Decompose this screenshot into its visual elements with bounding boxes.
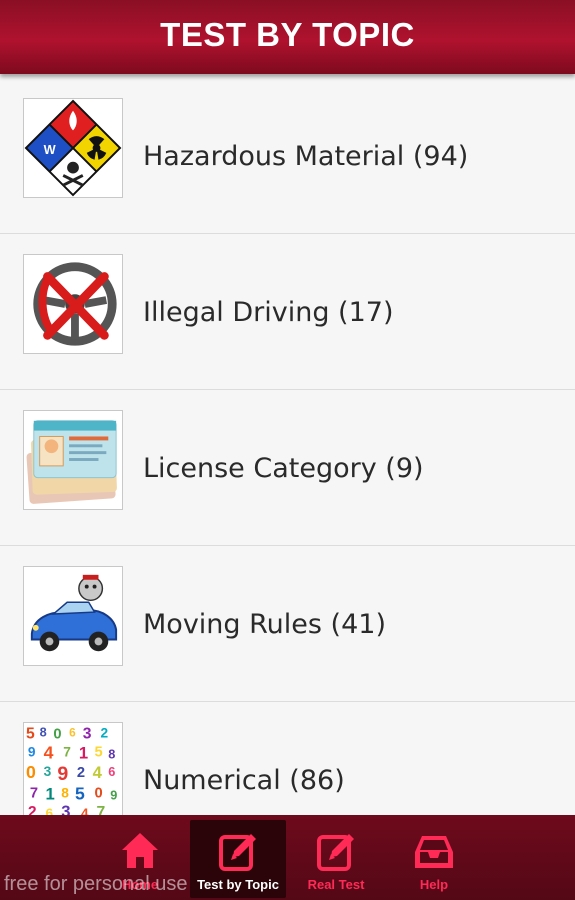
- hazard-diamond-icon: W: [23, 98, 123, 198]
- svg-text:6: 6: [108, 764, 115, 779]
- svg-text:2: 2: [100, 726, 108, 741]
- topic-list: W Hazardous Material (94) Illegal Drivin…: [0, 78, 575, 815]
- svg-text:3: 3: [44, 764, 52, 779]
- svg-text:9: 9: [28, 744, 36, 759]
- edit-icon: [316, 830, 356, 872]
- svg-text:W: W: [44, 142, 56, 157]
- edit-icon: [218, 830, 258, 872]
- svg-text:1: 1: [46, 784, 55, 803]
- svg-text:7: 7: [97, 804, 106, 815]
- topic-item-license-category[interactable]: License Category (9): [0, 390, 575, 546]
- svg-text:6: 6: [46, 806, 54, 815]
- tab-label: Help: [419, 877, 449, 892]
- svg-text:8: 8: [61, 785, 69, 800]
- svg-text:2: 2: [77, 765, 85, 781]
- topic-label: Numerical (86): [143, 765, 345, 796]
- topic-item-moving-rules[interactable]: Moving Rules (41): [0, 546, 575, 702]
- topic-item-illegal-driving[interactable]: Illegal Driving (17): [0, 234, 575, 390]
- svg-text:5: 5: [95, 744, 103, 760]
- svg-text:5: 5: [26, 726, 35, 743]
- svg-text:7: 7: [30, 785, 38, 801]
- topic-label: Moving Rules (41): [143, 609, 386, 640]
- svg-text:4: 4: [44, 742, 54, 762]
- svg-text:0: 0: [95, 785, 103, 801]
- svg-text:4: 4: [81, 806, 89, 815]
- svg-text:1: 1: [79, 743, 88, 762]
- home-icon: [120, 830, 160, 872]
- svg-text:0: 0: [53, 727, 61, 743]
- svg-text:8: 8: [40, 725, 47, 740]
- svg-text:6: 6: [69, 727, 76, 740]
- page-title: TEST BY TOPIC: [160, 16, 415, 53]
- tab-label: Test by Topic: [197, 877, 279, 892]
- watermark-text: free for personal use: [4, 873, 188, 895]
- cartoon-car-icon: [23, 566, 123, 666]
- svg-text:9: 9: [57, 763, 68, 785]
- svg-text:5: 5: [75, 783, 85, 803]
- svg-text:7: 7: [63, 744, 71, 759]
- svg-text:8: 8: [108, 746, 115, 761]
- svg-text:4: 4: [93, 763, 103, 782]
- topic-item-hazardous-material[interactable]: W Hazardous Material (94): [0, 78, 575, 234]
- numbers-collage-icon: 5 8 0 6 3 2 9 4 7 1 5 8 0 3 9 2 4 6 7 1 …: [23, 722, 123, 815]
- topic-item-numerical[interactable]: 5 8 0 6 3 2 9 4 7 1 5 8 0 3 9 2 4 6 7 1 …: [0, 702, 575, 815]
- tab-real-test[interactable]: Real Test: [288, 820, 384, 898]
- svg-text:3: 3: [61, 802, 70, 815]
- topic-label: Hazardous Material (94): [143, 141, 469, 172]
- topic-label: License Category (9): [143, 453, 424, 484]
- topic-label: Illegal Driving (17): [143, 297, 394, 328]
- svg-text:3: 3: [83, 726, 92, 743]
- svg-text:2: 2: [28, 804, 37, 815]
- no-steering-wheel-icon: [23, 254, 123, 354]
- svg-text:0: 0: [26, 762, 36, 782]
- app-header: TEST BY TOPIC: [0, 0, 575, 74]
- inbox-icon: [414, 830, 454, 872]
- tab-help[interactable]: Help: [386, 820, 482, 898]
- license-cards-icon: [23, 410, 123, 510]
- tab-test-by-topic[interactable]: Test by Topic: [190, 820, 286, 898]
- svg-text:9: 9: [110, 787, 117, 802]
- tab-label: Real Test: [307, 877, 365, 892]
